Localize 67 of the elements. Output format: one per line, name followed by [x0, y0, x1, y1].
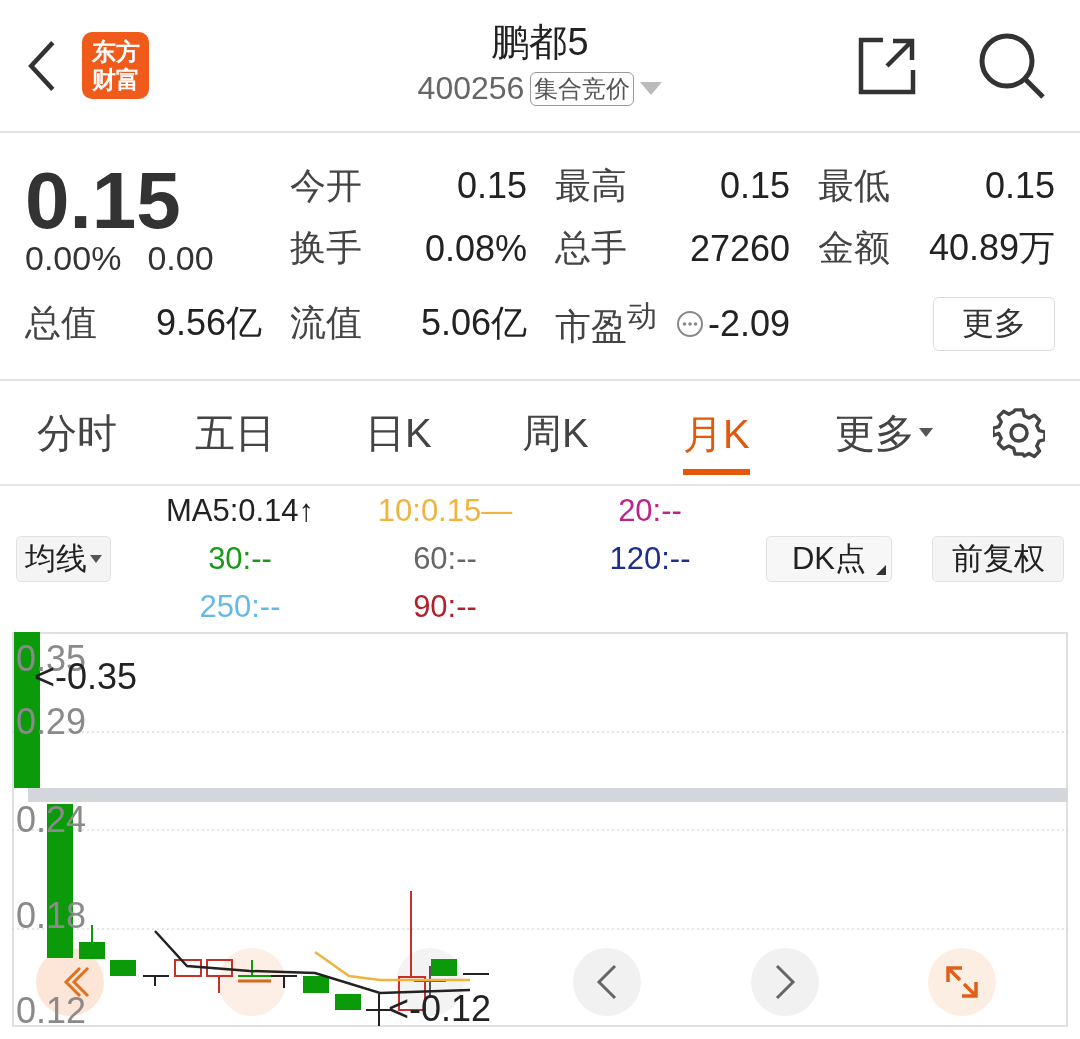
period-tab[interactable]: 周K: [522, 407, 589, 459]
previous-button[interactable]: [573, 948, 641, 1016]
double-chevron-left-icon: [63, 966, 90, 998]
share-icon[interactable]: [857, 36, 917, 96]
period-tab[interactable]: 日K: [365, 407, 432, 459]
ma-legend: 30:--: [140, 538, 340, 580]
status-badge: 集合竞价: [530, 71, 635, 106]
stat-value: 0.15: [984, 165, 1055, 207]
stat-value: 27260: [689, 227, 790, 270]
stock-code: 400256: [417, 70, 525, 107]
adjustment-button[interactable]: 前复权: [932, 536, 1064, 582]
logo-text: 财富: [91, 65, 140, 94]
candle: [335, 994, 361, 1010]
stat-value: 5.06亿: [420, 301, 527, 345]
stat-label: 流值: [290, 301, 362, 345]
period-tab[interactable]: 月K: [683, 407, 750, 475]
candle: [142, 975, 170, 987]
stat-value: 40.89万: [928, 226, 1055, 270]
settings-icon[interactable]: [993, 407, 1045, 459]
ma-legend: 20:--: [550, 490, 750, 532]
ma-legend: 90:--: [340, 586, 550, 628]
stat-value: 9.56亿: [155, 301, 262, 345]
caret-icon: [90, 554, 102, 564]
next-button[interactable]: [751, 948, 819, 1016]
ma-legend: MA5:0.14↑: [140, 490, 340, 532]
info-dots-icon[interactable]: [675, 309, 704, 338]
stat-value: 0.08%: [424, 227, 527, 270]
ma-legend: 60:--: [340, 538, 550, 580]
zoom-out-button[interactable]: [218, 948, 286, 1016]
chevron-right-icon: [775, 964, 796, 1000]
period-tab[interactable]: 更多: [835, 407, 933, 459]
stock-name: 鹏都5: [491, 20, 589, 65]
stat-label: 总值: [25, 301, 97, 345]
stat-value: 0.15: [719, 165, 790, 207]
ma-legend: 250:--: [140, 586, 340, 628]
search-icon[interactable]: [977, 31, 1047, 101]
more-button[interactable]: 更多: [933, 296, 1055, 351]
stat-label: 总手: [555, 226, 627, 270]
ma-dropdown[interactable]: 均线: [16, 536, 111, 582]
logo-text: 东方: [91, 37, 140, 66]
ma-legend: 120:--: [550, 538, 750, 580]
axis-label: 0.12: [16, 990, 87, 1027]
dk-point-button[interactable]: DK点: [766, 536, 892, 582]
expand-icon: [946, 966, 978, 998]
candle: [110, 960, 136, 976]
corner-triangle-icon: [876, 565, 886, 575]
stat-label: 最低: [818, 163, 890, 208]
candle: [270, 975, 298, 989]
candle: [303, 976, 329, 993]
stat-label: 换手: [290, 226, 362, 270]
caret-icon: [919, 428, 933, 438]
candle: [237, 959, 272, 977]
stat-label: 最高: [555, 163, 627, 208]
tab-label: 更多: [835, 409, 915, 457]
stat-label: 金额: [818, 226, 890, 270]
candle: [174, 959, 202, 977]
stat-label: 今开: [290, 163, 362, 208]
ma-legend: 10:0.15—: [340, 490, 550, 532]
period-tab[interactable]: 五日: [195, 407, 275, 459]
fullscreen-button[interactable]: [928, 948, 996, 1016]
low-marker: <-0.12: [388, 988, 492, 1027]
stat-label: 市盈$^{动}$: [555, 297, 657, 349]
stat-value: 0.15: [456, 165, 527, 207]
period-tab[interactable]: 分时: [37, 407, 117, 459]
stat-value: -2.09: [707, 302, 790, 345]
candle: [206, 959, 233, 994]
chevron-left-icon: [596, 964, 617, 1000]
